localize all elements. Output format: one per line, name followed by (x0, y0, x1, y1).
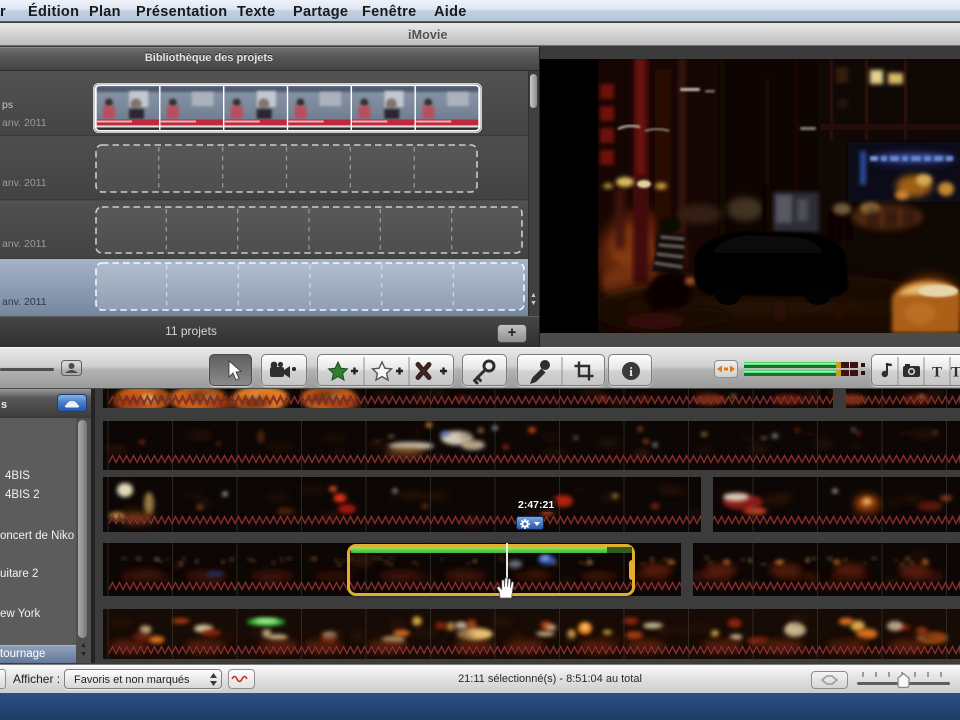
svg-text:T: T (951, 365, 960, 381)
svg-text:T: T (932, 365, 942, 381)
svg-text:i: i (629, 364, 633, 379)
